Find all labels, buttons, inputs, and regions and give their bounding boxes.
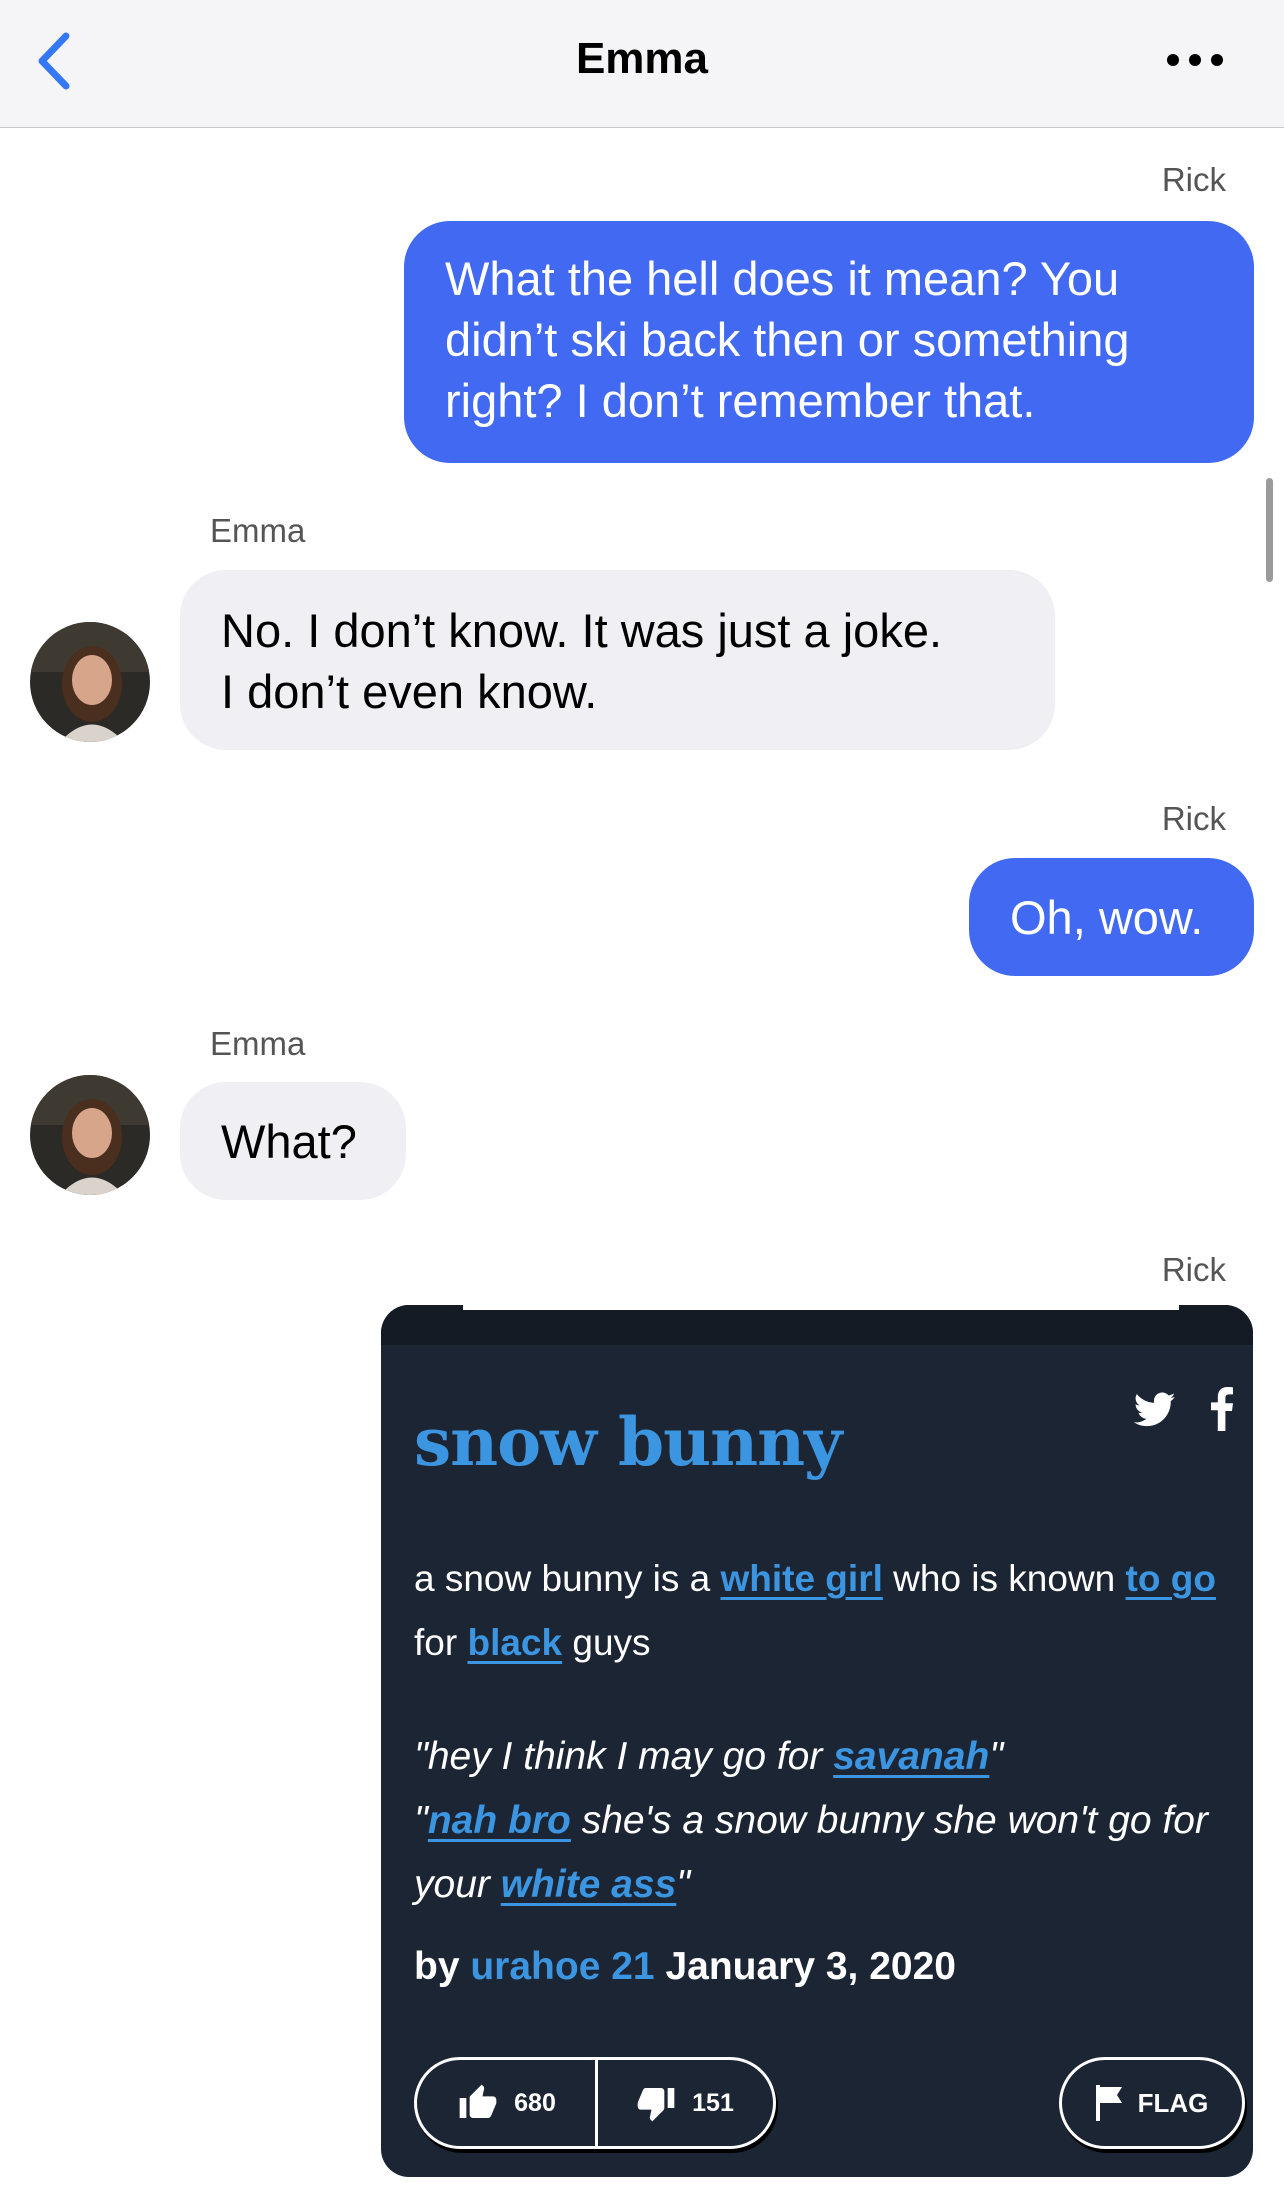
message-line: Oh, wow. [1010, 891, 1204, 944]
message-bubble-incoming[interactable]: No. I don’t know. It was just a joke. I … [180, 570, 1055, 750]
scrollbar[interactable] [1266, 478, 1273, 582]
conversation-title: Emma [575, 34, 709, 83]
sender-name: Rick [1161, 1251, 1226, 1288]
twitter-icon[interactable] [1134, 1392, 1176, 1428]
sender-name: Emma [210, 512, 306, 549]
message-line: didn’t ski back then or something [445, 313, 1130, 366]
message-bubble-incoming[interactable]: What? [180, 1082, 406, 1200]
more-horizontal-icon [1167, 54, 1223, 66]
message-line: No. I don’t know. It was just a joke. [221, 604, 943, 657]
upvote-button[interactable]: 680 [417, 2060, 597, 2146]
avatar[interactable] [30, 1075, 150, 1195]
image-attachment[interactable]: snow bunny a snow bunny is a white girl … [381, 1305, 1253, 2177]
definition-link[interactable]: to go [1126, 1558, 1216, 1599]
ud-word-title[interactable]: snow bunny [414, 1403, 842, 1481]
example-text: " [676, 1863, 691, 1906]
ud-example: "hey I think I may go for savanah" "nah b… [414, 1725, 1244, 1917]
message-bubble-outgoing[interactable]: Oh, wow. [969, 858, 1254, 976]
definition-link[interactable]: black [467, 1622, 562, 1663]
definition-text: for [414, 1622, 468, 1663]
downvote-count: 151 [692, 2088, 734, 2117]
definition-text: a snow bunny is a [414, 1558, 721, 1599]
avatar[interactable] [30, 622, 150, 742]
example-link[interactable]: nah bro [428, 1799, 571, 1842]
definition-text: who is known [882, 1558, 1126, 1599]
example-link[interactable]: white ass [501, 1863, 677, 1906]
upvote-count: 680 [514, 2088, 556, 2117]
example-text: " [414, 1799, 428, 1842]
example-link[interactable]: savanah [833, 1735, 989, 1778]
byline-prefix: by [414, 1945, 471, 1988]
sender-name: Rick [1161, 800, 1226, 837]
thumbs-down-icon [637, 2088, 675, 2122]
vote-buttons: 680 151 [414, 2057, 776, 2149]
message-line: I don’t even know. [221, 665, 598, 718]
example-text: "hey I think I may go for [414, 1735, 834, 1778]
definition-text: guys [562, 1622, 651, 1663]
example-text: " [989, 1735, 1004, 1778]
more-options-button[interactable] [1165, 48, 1225, 72]
ud-definition: a snow bunny is a white girl who is know… [414, 1547, 1244, 1675]
nav-bar: Emma [0, 0, 1284, 128]
flag-label: FLAG [1137, 2087, 1209, 2118]
flag-icon [1095, 2085, 1122, 2121]
thumbs-up-icon [459, 2084, 497, 2118]
sender-name: Rick [1161, 161, 1226, 198]
author-link[interactable]: urahoe 21 [470, 1945, 654, 1988]
post-date: January 3, 2020 [654, 1945, 956, 1988]
sender-name: Emma [210, 1025, 306, 1062]
message-line: What? [221, 1115, 357, 1168]
message-bubble-outgoing[interactable]: What the hell does it mean? You didn’t s… [404, 221, 1254, 463]
card-top-line [463, 1305, 1179, 1310]
facebook-icon[interactable] [1211, 1387, 1233, 1431]
ud-byline: by urahoe 21 January 3, 2020 [414, 1945, 956, 1989]
downvote-button[interactable]: 151 [597, 2060, 773, 2146]
definition-link[interactable]: white girl [720, 1558, 882, 1599]
card-top-bar [381, 1305, 1253, 1345]
flag-button[interactable]: FLAG [1059, 2057, 1245, 2149]
message-line: What the hell does it mean? You [445, 252, 1120, 305]
message-line: right? I don’t remember that. [445, 374, 1036, 427]
